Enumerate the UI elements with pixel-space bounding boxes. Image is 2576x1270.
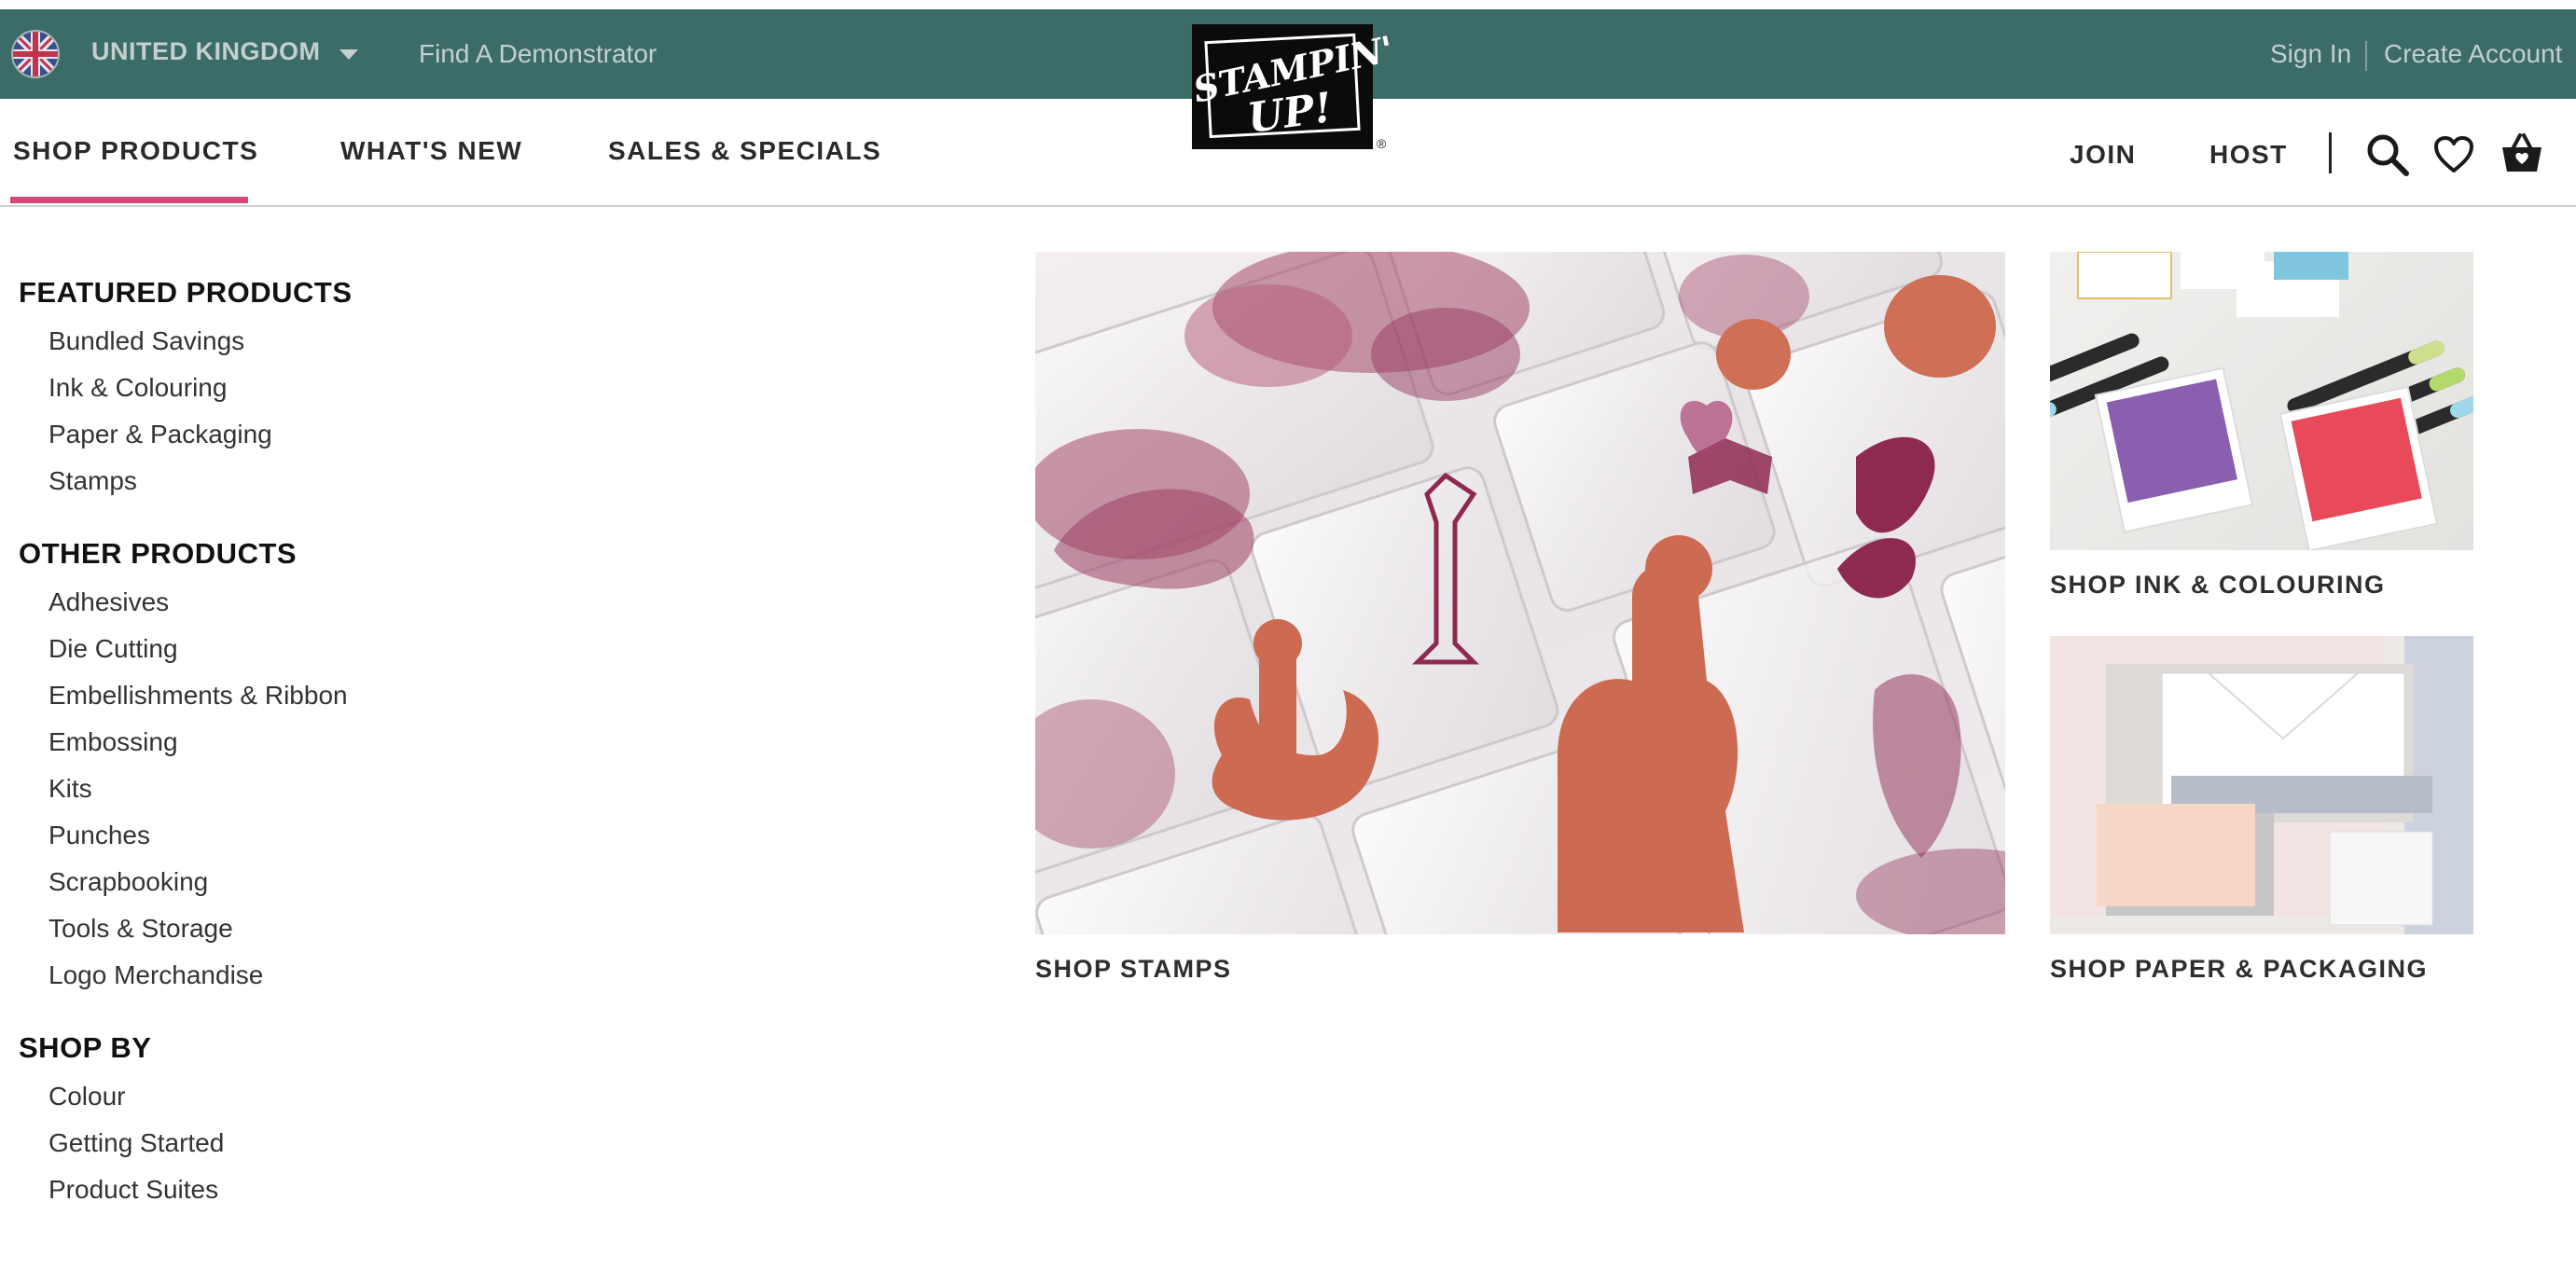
join-link[interactable]: JOIN bbox=[2070, 140, 2136, 170]
other-products-heading[interactable]: OTHER PRODUCTS bbox=[19, 537, 297, 571]
paper-packaging-promo-image[interactable] bbox=[2050, 636, 2473, 934]
nav-shop-products[interactable]: SHOP PRODUCTS bbox=[13, 136, 258, 166]
menu-link-ink-colouring[interactable]: Ink & Colouring bbox=[48, 373, 227, 403]
menu-link-getting-started[interactable]: Getting Started bbox=[48, 1128, 224, 1158]
menu-link-punches[interactable]: Punches bbox=[48, 821, 150, 850]
stampin-up-logo[interactable]: STAMPIN' UP! bbox=[1189, 24, 1397, 149]
menu-link-embellishments-ribbon[interactable]: Embellishments & Ribbon bbox=[48, 681, 348, 711]
chevron-down-icon[interactable] bbox=[339, 49, 358, 60]
shop-paper-packaging-link[interactable]: SHOP PAPER & PACKAGING bbox=[2050, 955, 2428, 984]
nav-whats-new[interactable]: WHAT'S NEW bbox=[340, 136, 522, 166]
menu-link-scrapbooking[interactable]: Scrapbooking bbox=[48, 867, 208, 897]
host-link[interactable]: HOST bbox=[2209, 140, 2288, 170]
country-selector[interactable]: UNITED KINGDOM bbox=[91, 37, 321, 66]
find-demonstrator-link[interactable]: Find A Demonstrator bbox=[419, 39, 657, 69]
basket-icon[interactable] bbox=[2500, 131, 2544, 180]
shop-by-heading[interactable]: SHOP BY bbox=[19, 1031, 151, 1065]
registered-mark: ® bbox=[1377, 136, 1387, 151]
create-account-link[interactable]: Create Account bbox=[2384, 39, 2562, 69]
nav-bottom-border bbox=[0, 205, 2576, 207]
menu-link-logo-merchandise[interactable]: Logo Merchandise bbox=[48, 960, 263, 990]
menu-link-colour[interactable]: Colour bbox=[48, 1082, 125, 1111]
menu-link-bundled-savings[interactable]: Bundled Savings bbox=[48, 326, 244, 356]
featured-products-heading[interactable]: FEATURED PRODUCTS bbox=[19, 276, 353, 310]
ink-colouring-promo-image[interactable] bbox=[2050, 252, 2473, 550]
active-nav-indicator bbox=[10, 197, 248, 203]
menu-link-stamps[interactable]: Stamps bbox=[48, 466, 137, 496]
menu-link-product-suites[interactable]: Product Suites bbox=[48, 1175, 218, 1205]
nav-sales-specials[interactable]: SALES & SPECIALS bbox=[608, 136, 881, 166]
menu-link-paper-packaging[interactable]: Paper & Packaging bbox=[48, 420, 272, 449]
shop-ink-colouring-link[interactable]: SHOP INK & COLOURING bbox=[2050, 571, 2386, 600]
menu-link-tools-storage[interactable]: Tools & Storage bbox=[48, 914, 233, 944]
heart-icon[interactable] bbox=[2433, 135, 2474, 179]
divider bbox=[2365, 41, 2367, 71]
search-icon[interactable] bbox=[2365, 132, 2410, 182]
sign-in-link[interactable]: Sign In bbox=[2270, 39, 2351, 69]
menu-link-adhesives[interactable]: Adhesives bbox=[48, 587, 169, 617]
menu-link-kits[interactable]: Kits bbox=[48, 774, 92, 804]
nav-divider bbox=[2329, 132, 2332, 173]
uk-flag-icon[interactable] bbox=[11, 30, 60, 78]
menu-link-die-cutting[interactable]: Die Cutting bbox=[48, 634, 178, 664]
menu-link-embossing[interactable]: Embossing bbox=[48, 727, 178, 757]
shop-stamps-link[interactable]: SHOP STAMPS bbox=[1035, 955, 1232, 984]
stamps-promo-image[interactable] bbox=[1035, 252, 2005, 934]
